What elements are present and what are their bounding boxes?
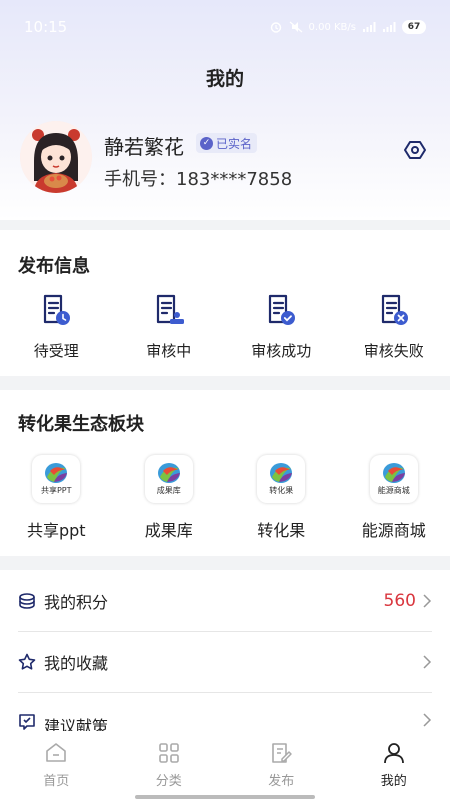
tab-categories[interactable]: 分类 <box>113 731 226 800</box>
menu-item-points-label: 我的积分 <box>44 593 109 612</box>
eco-tile-ppt-text: 共享PPT <box>40 486 72 495</box>
points-value: 560 <box>383 591 416 611</box>
publish-info-card: 发布信息 待受理 审核中 审核成功 审核失败 <box>0 230 450 376</box>
verified-label: 已实名 <box>216 136 253 151</box>
eco-tile-conversion-text: 转化果 <box>269 486 294 495</box>
menu-item-points[interactable]: 我的积分 560 <box>18 571 432 631</box>
eco-item-ppt-label: 共享ppt <box>26 521 86 540</box>
tab-home-label: 首页 <box>43 774 70 789</box>
menu-item-favorites[interactable]: 我的收藏 <box>18 632 432 692</box>
tab-home[interactable]: 首页 <box>0 731 113 800</box>
profile-section[interactable]: 静若繁花 ✓ 已实名 手机号：183****7858 <box>0 118 450 218</box>
status-pending-label: 待受理 <box>33 342 79 360</box>
ecosystem-grid: 共享PPT 共享ppt 成果库 成果库 转化果 转化果 能源商城 能源商城 <box>0 455 450 541</box>
ecosystem-card: 转化果生态板块 共享PPT 共享ppt 成果库 成果库 转化果 转化果 能源商城… <box>0 390 450 556</box>
status-approved[interactable]: 审核成功 <box>225 294 338 361</box>
mute-icon <box>289 21 302 33</box>
status-bar: 10:15 0.00 KB/s 67 <box>0 0 450 54</box>
edit-icon <box>272 743 292 763</box>
status-rejected-label: 审核失败 <box>363 342 424 360</box>
feedback-icon <box>19 714 35 730</box>
menu-item-feedback[interactable]: 建议献策 <box>18 693 432 731</box>
publish-info-title: 发布信息 <box>18 256 90 277</box>
app-logo-icon <box>157 463 180 483</box>
tab-publish-label: 发布 <box>268 774 295 789</box>
eco-tile-achievements: 成果库 <box>144 455 193 503</box>
status-reviewing-label: 审核中 <box>146 342 192 360</box>
eco-item-energy-mall[interactable]: 能源商城 能源商城 <box>338 455 450 541</box>
eco-tile-conversion: 转化果 <box>257 455 306 503</box>
eco-tile-achievements-text: 成果库 <box>156 486 181 495</box>
eco-item-achievements[interactable]: 成果库 成果库 <box>113 455 226 541</box>
doc-clock-icon <box>44 294 71 325</box>
verified-check-icon: ✓ <box>200 136 213 150</box>
eco-tile-ppt: 共享PPT <box>32 455 81 503</box>
publish-status-grid: 待受理 审核中 审核成功 审核失败 <box>0 294 450 361</box>
tab-mine[interactable]: 我的 <box>338 731 450 800</box>
eco-item-ppt[interactable]: 共享PPT 共享ppt <box>0 455 113 541</box>
chevron-right-icon <box>423 713 432 727</box>
tab-mine-label: 我的 <box>380 774 407 789</box>
eco-item-achievements-label: 成果库 <box>144 521 193 540</box>
phone-number: 手机号：183****7858 <box>104 169 293 190</box>
tab-categories-label: 分类 <box>155 774 182 789</box>
eco-tile-energy-mall-text: 能源商城 <box>377 486 410 495</box>
signal-icon <box>363 22 376 32</box>
alarm-icon <box>270 22 281 33</box>
avatar-illustration <box>20 121 92 193</box>
user-icon <box>383 743 404 764</box>
app-logo-icon <box>270 463 293 483</box>
eco-item-energy-mall-label: 能源商城 <box>361 521 426 540</box>
avatar[interactable] <box>20 121 92 193</box>
ecosystem-title: 转化果生态板块 <box>18 414 144 435</box>
signal-icon-2 <box>383 22 396 32</box>
grid-icon <box>158 743 179 763</box>
verified-badge: ✓ 已实名 <box>196 133 258 153</box>
status-pending[interactable]: 待受理 <box>0 294 113 361</box>
eco-item-conversion[interactable]: 转化果 转化果 <box>225 455 338 541</box>
doc-check-icon <box>269 294 296 325</box>
settings-icon[interactable] <box>404 139 426 161</box>
network-speed: 0.00 KB/s <box>308 21 356 33</box>
chevron-right-icon <box>423 594 432 608</box>
doc-x-icon <box>381 294 408 325</box>
doc-stamp-icon <box>156 294 184 324</box>
star-icon <box>18 653 36 670</box>
menu-item-feedback-label: 建议献策 <box>44 717 109 731</box>
app-logo-icon <box>382 463 405 483</box>
battery-indicator: 67 <box>402 20 426 34</box>
user-name: 静若繁花 <box>104 135 184 159</box>
coins-icon <box>19 593 35 609</box>
home-indicator[interactable] <box>135 795 315 799</box>
status-time: 10:15 <box>24 18 68 36</box>
app-logo-icon <box>45 463 68 483</box>
chevron-right-icon <box>423 655 432 669</box>
eco-item-conversion-label: 转化果 <box>257 521 306 540</box>
status-indicators: 0.00 KB/s 67 <box>269 20 426 34</box>
eco-tile-energy-mall: 能源商城 <box>369 455 418 503</box>
menu-item-favorites-label: 我的收藏 <box>44 654 109 673</box>
status-rejected[interactable]: 审核失败 <box>338 294 450 361</box>
tab-publish[interactable]: 发布 <box>225 731 338 800</box>
status-approved-label: 审核成功 <box>251 342 312 360</box>
bottom-tab-bar: 首页 分类 发布 我的 <box>0 731 450 800</box>
home-icon <box>46 743 67 762</box>
page-title: 我的 <box>205 68 244 90</box>
status-reviewing[interactable]: 审核中 <box>113 294 226 361</box>
